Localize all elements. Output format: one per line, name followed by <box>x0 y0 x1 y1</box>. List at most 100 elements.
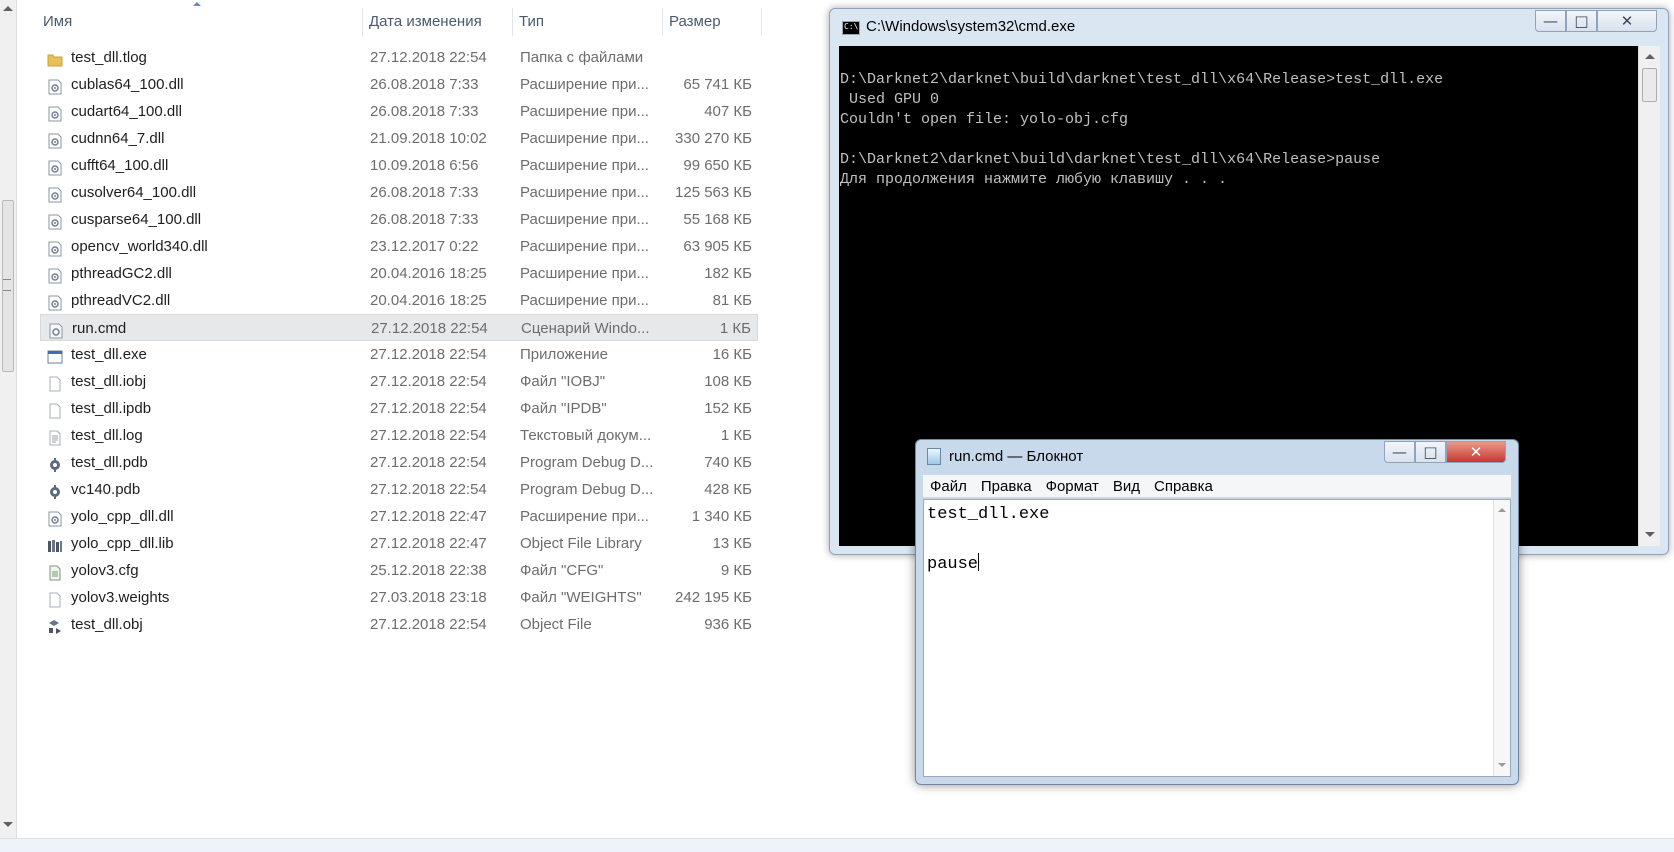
column-header-name[interactable]: Имя <box>36 6 376 38</box>
file-row[interactable]: cufft64_100.dll 10.09.2018 6:56 Расширение… <box>40 152 758 179</box>
file-name: cusolver64_100.dll <box>71 184 197 201</box>
menu-item-1[interactable]: Правка <box>974 475 1039 497</box>
file-row[interactable]: cusolver64_100.dll 26.08.2018 7:33 Расшире… <box>40 179 758 206</box>
exe-icon <box>47 347 63 364</box>
file-date: 26.08.2018 7:33 <box>370 76 479 93</box>
file-row[interactable]: yolov3.weights 27.03.2018 23:18 Файл "WEIG… <box>40 584 758 611</box>
file-row[interactable]: test_dll.tlog 27.12.2018 22:54 Папка с фай… <box>40 44 758 71</box>
column-header-type[interactable]: Тип <box>512 6 662 38</box>
file-date: 10.09.2018 6:56 <box>370 157 479 174</box>
cmd-minimize-button[interactable]: — <box>1535 10 1566 32</box>
menu-item-4[interactable]: Справка <box>1147 475 1220 497</box>
notepad-minimize-button[interactable]: — <box>1384 441 1415 463</box>
file-size: 182 КБ <box>704 265 752 282</box>
file-size: 242 195 КБ <box>675 589 752 606</box>
notepad-text-area[interactable]: test_dll.exe pause <box>923 499 1511 777</box>
file-name: yolov3.cfg <box>71 562 139 579</box>
file-row[interactable]: yolo_cpp_dll.dll 27.12.2018 22:47 Расширен… <box>40 503 758 530</box>
scroll-up-arrow-icon[interactable] <box>1498 508 1506 512</box>
file-type: Папка с файлами <box>520 49 644 66</box>
file-type: Расширение при... <box>520 184 649 201</box>
console-scrollbar[interactable] <box>1638 46 1660 546</box>
scrollbar-thumb[interactable] <box>1642 68 1657 102</box>
obj-icon <box>47 617 63 634</box>
file-row[interactable]: cublas64_100.dll 26.08.2018 7:33 Расширени… <box>40 71 758 98</box>
file-row[interactable]: test_dll.log 27.12.2018 22:54 Текстовый до… <box>40 422 758 449</box>
file-date: 27.12.2018 22:47 <box>370 508 487 525</box>
cmd-maximize-button[interactable]: □ <box>1566 10 1597 32</box>
file-name: test_dll.tlog <box>71 49 147 66</box>
file-date: 27.12.2018 22:54 <box>370 373 487 390</box>
file-name: test_dll.obj <box>71 616 143 633</box>
file-row[interactable]: pthreadGC2.dll 20.04.2016 18:25 Расширение… <box>40 260 758 287</box>
notepad-window-title: run.cmd — Блокнот <box>949 448 1084 465</box>
file-size: 55 168 КБ <box>683 211 752 228</box>
file-type: Текстовый докум... <box>520 427 652 444</box>
file-name: pthreadVC2.dll <box>71 292 171 309</box>
column-divider[interactable] <box>761 8 762 36</box>
column-header-size[interactable]: Размер <box>662 6 762 38</box>
cmd-window-title: C:\Windows\system32\cmd.exe <box>866 18 1076 35</box>
file-name: yolov3.weights <box>71 589 170 606</box>
file-date: 27.12.2018 22:54 <box>370 481 487 498</box>
lib-icon <box>47 536 63 552</box>
notepad-icon[interactable] <box>927 448 941 465</box>
scroll-down-arrow-icon[interactable] <box>1498 763 1506 767</box>
file-date: 21.09.2018 10:02 <box>370 130 487 147</box>
file-row[interactable]: test_dll.pdb 27.12.2018 22:54 Program Debu… <box>40 449 758 476</box>
file-row[interactable]: yolov3.cfg 25.12.2018 22:38 Файл "CFG" 9 КБ <box>40 557 758 584</box>
file-date: 27.12.2018 22:54 <box>370 616 487 633</box>
file-name: yolo_cpp_dll.lib <box>71 535 174 552</box>
file-type: Расширение при... <box>520 508 649 525</box>
file-row[interactable]: yolo_cpp_dll.lib 27.12.2018 22:47 Object F… <box>40 530 758 557</box>
file-row[interactable]: test_dll.exe 27.12.2018 22:54 Приложение 16… <box>40 341 758 368</box>
menu-item-0[interactable]: Файл <box>923 475 974 497</box>
file-size: 740 КБ <box>704 454 752 471</box>
notepad-maximize-button[interactable]: □ <box>1415 441 1446 463</box>
file-date: 27.12.2018 22:54 <box>370 454 487 471</box>
cmd-close-button[interactable]: ✕ <box>1597 10 1657 32</box>
file-type: Файл "IPDB" <box>520 400 607 417</box>
file-type: Object File Library <box>520 535 642 552</box>
scroll-up-arrow-icon[interactable] <box>3 6 13 11</box>
file-type: Расширение при... <box>520 211 649 228</box>
file-row[interactable]: cudnn64_7.dll 21.09.2018 10:02 Расширение … <box>40 125 758 152</box>
blank-file-icon <box>47 590 63 608</box>
file-name: test_dll.ipdb <box>71 400 152 417</box>
minimize-icon: — <box>1392 443 1407 461</box>
file-name: cudart64_100.dll <box>71 103 182 120</box>
column-header-date[interactable]: Дата изменения <box>362 6 512 38</box>
file-date: 23.12.2017 0:22 <box>370 238 479 255</box>
navigation-pane-scrollbar[interactable] <box>0 0 17 838</box>
file-name: vc140.pdb <box>71 481 141 498</box>
file-row[interactable]: run.cmd 27.12.2018 22:54 Сценарий Windo...… <box>40 314 758 341</box>
text-caret <box>978 553 980 571</box>
file-date: 26.08.2018 7:33 <box>370 103 479 120</box>
file-size: 63 905 КБ <box>683 238 752 255</box>
menu-item-3[interactable]: Вид <box>1106 475 1147 497</box>
file-row[interactable]: test_dll.ipdb 27.12.2018 22:54 Файл "IPDB"… <box>40 395 758 422</box>
notepad-window[interactable]: run.cmd — Блокнот — □ ✕ Файл Правка Формат… <box>915 439 1519 785</box>
file-date: 20.04.2016 18:25 <box>370 265 487 282</box>
cmd-icon[interactable]: C:\ <box>842 21 860 35</box>
file-size: 9 КБ <box>720 562 752 579</box>
file-size: 936 КБ <box>704 616 752 633</box>
file-row[interactable]: test_dll.iobj 27.12.2018 22:54 Файл "IOBJ"… <box>40 368 758 395</box>
file-row[interactable]: opencv_world340.dll 23.12.2017 0:22 Расшир… <box>40 233 758 260</box>
file-row[interactable]: cudart64_100.dll 26.08.2018 7:33 Расширени… <box>40 98 758 125</box>
file-row[interactable]: vc140.pdb 27.12.2018 22:54 Program Debug D… <box>40 476 758 503</box>
file-row[interactable]: cusparse64_100.dll 26.08.2018 7:33 Расшире… <box>40 206 758 233</box>
file-name: test_dll.pdb <box>71 454 148 471</box>
notepad-scrollbar[interactable] <box>1493 500 1510 776</box>
file-row[interactable]: pthreadVC2.dll 20.04.2016 18:25 Расширение… <box>40 287 758 314</box>
menu-item-2[interactable]: Формат <box>1039 475 1106 497</box>
cfg-icon <box>47 563 63 581</box>
dll-icon <box>47 185 63 203</box>
notepad-close-button[interactable]: ✕ <box>1446 441 1506 463</box>
dll-icon <box>47 104 63 122</box>
file-name: yolo_cpp_dll.dll <box>71 508 174 525</box>
scroll-up-arrow-icon[interactable] <box>1645 54 1655 59</box>
scroll-down-arrow-icon[interactable] <box>1645 532 1655 537</box>
scroll-down-arrow-icon[interactable] <box>3 822 13 827</box>
file-row[interactable]: test_dll.obj 27.12.2018 22:54 Object File 9… <box>40 611 758 638</box>
